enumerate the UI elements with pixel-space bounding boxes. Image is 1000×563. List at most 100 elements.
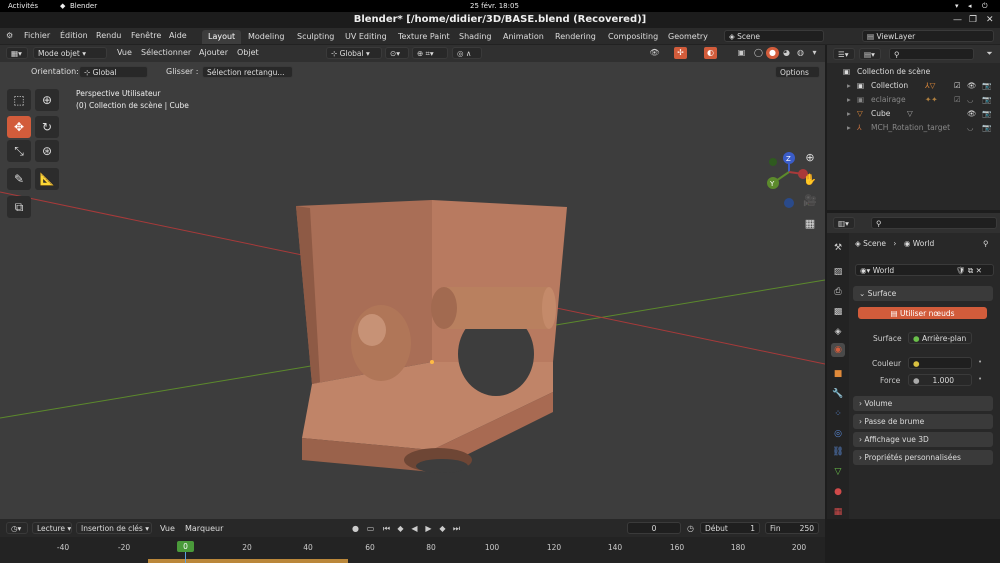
jump-start-icon[interactable]: ⏮ xyxy=(380,523,393,535)
surface-panel-header[interactable]: ⌄ Surface xyxy=(853,286,993,301)
display-mode-icon[interactable]: ▤▾ xyxy=(859,48,881,60)
outliner-row-cube[interactable]: ▸ ▽ Cube ▽ 👁 📷 xyxy=(827,107,1000,121)
marker-menu[interactable]: Marqueur xyxy=(185,524,223,533)
outliner-editor-icon[interactable]: ☰▾ xyxy=(833,48,855,60)
tab-layout[interactable]: Layout xyxy=(202,30,242,44)
tab-shading[interactable]: Shading xyxy=(453,30,498,44)
power-icon[interactable]: ⏻ xyxy=(982,2,988,11)
next-keyframe-icon[interactable]: ◆ xyxy=(436,523,449,535)
overlay-toggle-icon[interactable]: ◐ xyxy=(704,47,717,59)
menu-view[interactable]: Vue xyxy=(117,48,132,57)
wireframe-shading-icon[interactable]: ◯ xyxy=(752,47,765,59)
view-layer-tab-icon[interactable]: ▩ xyxy=(831,305,845,319)
menu-add[interactable]: Ajouter xyxy=(199,48,228,57)
keying-menu[interactable]: Insertion de clés ▾ xyxy=(76,522,152,534)
fake-user-icon[interactable]: 🛡 ⧉ ✕ xyxy=(956,265,982,275)
checkbox-icon[interactable]: ☑ xyxy=(954,93,961,107)
menu-select[interactable]: Sélectionner xyxy=(141,48,191,57)
physics-tab-icon[interactable]: ◎ xyxy=(831,427,845,441)
move-tool-icon[interactable]: ✥ xyxy=(7,116,31,138)
use-nodes-button[interactable]: ▤ Utiliser nœuds xyxy=(858,307,987,319)
app-name[interactable]: Blender xyxy=(70,2,97,10)
menu-edit[interactable]: Édition xyxy=(60,31,88,40)
scene-selector[interactable]: ◈ Scene xyxy=(724,30,824,42)
tab-sculpting[interactable]: Sculpting xyxy=(291,30,340,44)
volume-panel-header[interactable]: › Volume xyxy=(853,396,993,411)
render-camera-icon[interactable]: 📷 xyxy=(982,93,991,107)
orientation-dropdown[interactable]: ⊹ Global xyxy=(79,66,148,78)
eye-hidden-icon[interactable]: ◡ xyxy=(967,93,974,107)
editor-type-icon[interactable]: ▦▾ xyxy=(6,47,28,59)
play-icon[interactable]: ▶ xyxy=(422,523,435,535)
proportional-edit-icon[interactable]: ◎ ∧ xyxy=(452,47,482,59)
rendered-shading-icon[interactable]: ◍ xyxy=(794,47,807,59)
minimize-icon[interactable]: — xyxy=(953,12,962,28)
tab-uv-editing[interactable]: UV Editing xyxy=(339,30,393,44)
options-dropdown[interactable]: Options xyxy=(775,66,820,78)
strength-field[interactable]: ● 1.000 xyxy=(908,374,972,386)
zoom-icon[interactable]: ⊕ xyxy=(800,148,820,168)
xray-icon[interactable]: ▣ xyxy=(735,47,748,59)
annotate-tool-icon[interactable]: ✎ xyxy=(7,168,31,190)
tab-compositing[interactable]: Compositing xyxy=(602,30,664,44)
color-input[interactable]: ● xyxy=(908,357,972,369)
pivot-icon[interactable]: ⊙▾ xyxy=(385,47,409,59)
maximize-icon[interactable]: ❐ xyxy=(969,12,977,28)
world-tab-icon[interactable]: ◉ xyxy=(831,343,845,357)
modifier-tab-icon[interactable]: 🔧 xyxy=(831,387,845,401)
tab-modeling[interactable]: Modeling xyxy=(242,30,290,44)
expand-arrow-icon[interactable]: ▸ xyxy=(847,121,851,135)
pin-icon[interactable]: ⚲ xyxy=(983,239,989,248)
render-camera-icon[interactable]: 📷 xyxy=(982,79,991,93)
playhead-frame-badge[interactable]: 0 xyxy=(177,541,194,552)
snap-icon[interactable]: ⊕ ⌗▾ xyxy=(412,47,448,59)
clock[interactable]: 25 févr. 18:05 xyxy=(470,2,519,10)
visibility-icon[interactable]: 👁 xyxy=(648,47,661,59)
current-frame-field[interactable]: 0 xyxy=(627,522,681,534)
ortho-grid-icon[interactable]: ▦ xyxy=(800,214,820,234)
rotate-tool-icon[interactable]: ↻ xyxy=(35,116,59,138)
blender-logo-icon[interactable]: ⚙ xyxy=(6,31,13,40)
clock-icon[interactable]: ◷ xyxy=(684,523,697,535)
record-icon[interactable]: ● xyxy=(349,523,362,535)
keyframe-dot-icon[interactable]: • xyxy=(978,358,982,366)
outliner-row-mch-rotation[interactable]: ▸ ⅄ MCH_Rotation_target ◡ 📷 xyxy=(827,121,1000,135)
texture-tab-icon[interactable]: ▦ xyxy=(831,505,845,519)
menu-help[interactable]: Aide xyxy=(169,31,187,40)
eye-icon[interactable]: 👁 xyxy=(967,79,977,93)
play-reverse-icon[interactable]: ◀ xyxy=(408,523,421,535)
checkbox-icon[interactable]: ☑ xyxy=(954,79,961,93)
render-camera-icon[interactable]: 📷 xyxy=(982,107,991,121)
auto-key-icon[interactable]: ▭ xyxy=(364,523,377,535)
surface-shader-selector[interactable]: ● Arrière-plan xyxy=(908,332,972,344)
network-icon[interactable]: ▾ xyxy=(955,2,959,10)
material-tab-icon[interactable]: ● xyxy=(831,485,845,499)
camera-icon[interactable]: 🎥 xyxy=(800,191,820,211)
outliner-row-collection[interactable]: ▸ ▣ Collection ⅄▽ ☑ 👁 📷 xyxy=(827,79,1000,93)
expand-arrow-icon[interactable]: ▸ xyxy=(847,93,851,107)
end-frame-field[interactable]: Fin 250 xyxy=(765,522,819,534)
menu-file[interactable]: Fichier xyxy=(24,31,50,40)
close-icon[interactable]: ✕ xyxy=(986,12,994,28)
pan-hand-icon[interactable]: ✋ xyxy=(800,170,820,190)
scale-tool-icon[interactable]: ⤡ xyxy=(7,140,31,162)
gizmo-toggle-icon[interactable]: ✢ xyxy=(674,47,687,59)
mist-pass-panel-header[interactable]: › Passe de brume xyxy=(853,414,993,429)
material-shading-icon[interactable]: ◕ xyxy=(780,47,793,59)
solid-shading-icon[interactable]: ● xyxy=(766,47,779,59)
shading-options-icon[interactable]: ▾ xyxy=(808,47,821,59)
menu-render[interactable]: Rendu xyxy=(96,31,121,40)
measure-tool-icon[interactable]: 📐 xyxy=(35,168,59,190)
tab-geometry-nodes[interactable]: Geometry No xyxy=(662,30,720,44)
outliner-search-input[interactable]: ⚲ xyxy=(889,48,974,60)
tab-animation[interactable]: Animation xyxy=(497,30,550,44)
activities-button[interactable]: Activités xyxy=(8,2,38,10)
transform-tool-icon[interactable]: ⊛ xyxy=(35,140,59,162)
viewlayer-selector[interactable]: ▤ ViewLayer xyxy=(862,30,994,42)
outliner-row-scene-collection[interactable]: ▣ Collection de scène xyxy=(827,65,1000,79)
data-tab-icon[interactable]: ▽ xyxy=(831,465,845,479)
mode-selector[interactable]: Mode objet ▾ xyxy=(33,47,107,59)
output-tab-icon[interactable]: ⎙ xyxy=(831,285,845,299)
select-box-tool-icon[interactable]: ⬚ xyxy=(7,89,31,111)
volume-icon[interactable]: ◂ xyxy=(968,2,972,10)
